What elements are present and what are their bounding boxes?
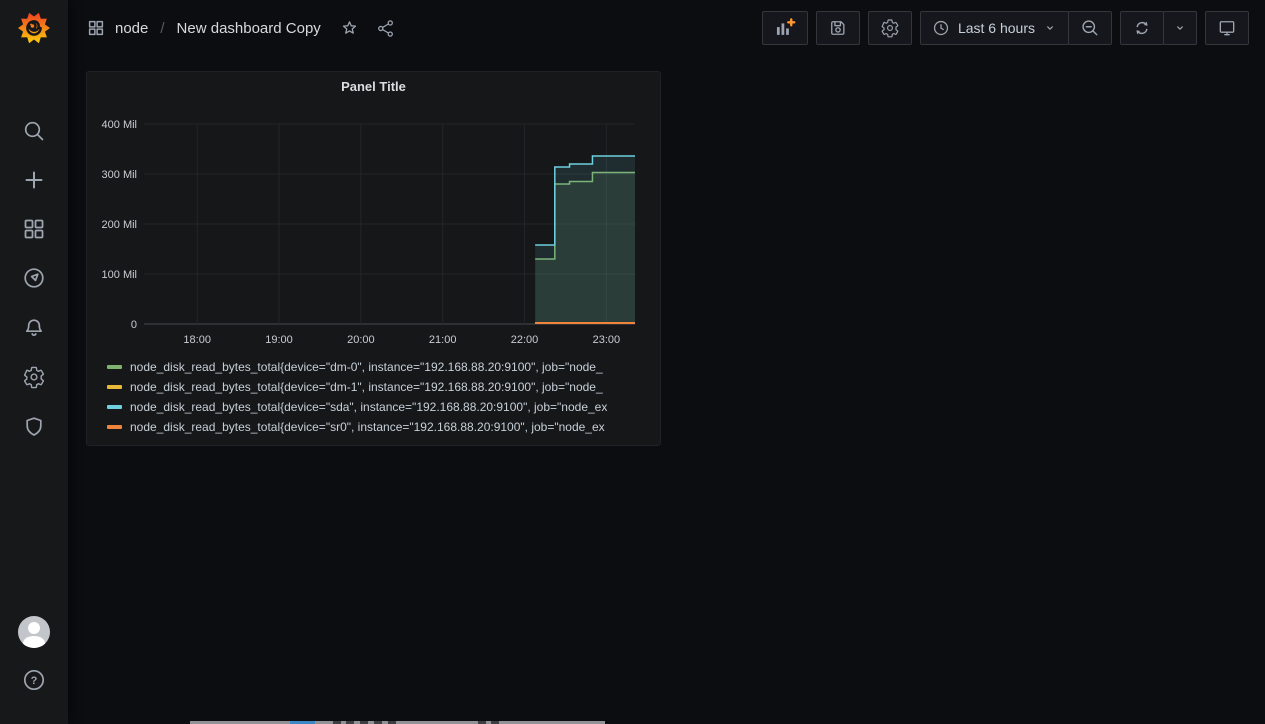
legend-label[interactable]: node_disk_read_bytes_total{device="sda",… — [130, 400, 607, 414]
x-tick-label: 20:00 — [347, 334, 375, 346]
y-tick-label: 300 Mil — [102, 169, 137, 181]
svg-text:?: ? — [31, 675, 38, 687]
dashboard-settings-icon — [880, 18, 900, 38]
user-avatar — [18, 616, 50, 648]
time-range-label: Last 6 hours — [958, 20, 1035, 36]
legend-label[interactable]: node_disk_read_bytes_total{device="dm-0"… — [130, 360, 603, 374]
panel-title: Panel Title — [341, 79, 406, 94]
x-tick-label: 23:00 — [593, 334, 621, 346]
series-color-swatch — [107, 365, 122, 369]
y-tick-label: 100 Mil — [102, 269, 137, 281]
refresh-button[interactable] — [1120, 11, 1164, 45]
breadcrumb-separator: / — [158, 20, 166, 37]
add-panel-button[interactable] — [762, 11, 808, 45]
time-controls: Last 6 hours — [920, 11, 1112, 45]
dashboards-grid-icon — [22, 217, 46, 241]
legend-label[interactable]: node_disk_read_bytes_total{device="dm-1"… — [130, 380, 603, 394]
series-color-swatch — [107, 425, 122, 429]
clock-icon — [932, 19, 950, 37]
sidebar-item-explore[interactable] — [0, 256, 68, 300]
timeseries-chart[interactable]: 0 100 Mil 200 Mil 300 Mil 400 Mil 18:00 19:00 2… — [87, 100, 660, 350]
y-tick-label: 0 — [131, 319, 137, 331]
legend-item[interactable]: node_disk_read_bytes_total{device="sda",… — [107, 397, 652, 417]
breadcrumb: node / New dashboard Copy — [87, 19, 321, 37]
star-dashboard-button[interactable] — [335, 13, 365, 43]
refresh-interval-dropdown[interactable] — [1163, 11, 1197, 45]
legend-item[interactable]: node_disk_read_bytes_total{device="dm-0"… — [107, 357, 652, 377]
series-color-swatch — [107, 385, 122, 389]
configuration-gear-icon — [22, 365, 46, 389]
grafana-app: ? node / New dashboard Copy — [0, 0, 1265, 724]
sidebar-item-profile[interactable] — [0, 610, 68, 654]
server-admin-shield-icon — [22, 415, 46, 439]
grafana-logo-icon — [17, 11, 51, 45]
breadcrumb-folder[interactable]: node — [115, 20, 148, 37]
x-tick-label: 18:00 — [183, 334, 211, 346]
cycle-view-mode-button[interactable] — [1205, 11, 1249, 45]
graph-panel: Panel Title 0 100 Mil 200 Mil 300 Mil 400 Mi… — [86, 71, 661, 446]
share-alt-icon — [376, 19, 395, 38]
breadcrumb-dashboard-title[interactable]: New dashboard Copy — [177, 20, 321, 37]
explore-compass-icon — [22, 266, 46, 290]
y-tick-label: 400 Mil — [102, 119, 137, 131]
dashboard-settings-button[interactable] — [868, 11, 912, 45]
panel-header[interactable]: Panel Title — [87, 72, 660, 100]
series-fill — [535, 156, 635, 324]
legend-item[interactable]: node_disk_read_bytes_total{device="sr0",… — [107, 417, 652, 437]
share-dashboard-button[interactable] — [371, 13, 401, 43]
zoom-out-icon — [1080, 18, 1100, 38]
add-panel-icon — [774, 17, 796, 39]
apps-grid-icon — [87, 19, 105, 37]
navbar-toolbar: Last 6 hours — [762, 11, 1249, 45]
zoom-out-time-button[interactable] — [1068, 11, 1112, 45]
save-dashboard-icon — [828, 18, 848, 38]
alerting-bell-icon — [22, 316, 46, 340]
main-content: node / New dashboard Copy — [68, 0, 1265, 724]
sidebar-item-configuration[interactable] — [0, 355, 68, 399]
x-tick-label: 22:00 — [511, 334, 539, 346]
refresh-icon — [1132, 18, 1152, 38]
grafana-logo-button[interactable] — [0, 8, 68, 48]
sidebar-item-dashboards[interactable] — [0, 207, 68, 251]
sidebar-item-help[interactable]: ? — [0, 658, 68, 702]
save-dashboard-button[interactable] — [816, 11, 860, 45]
dashboard-navbar: node / New dashboard Copy — [68, 0, 1265, 56]
cycle-view-icon — [1217, 18, 1237, 38]
legend: node_disk_read_bytes_total{device="dm-0"… — [87, 350, 660, 437]
series-color-swatch — [107, 405, 122, 409]
star-icon — [340, 19, 359, 38]
x-tick-label: 21:00 — [429, 334, 457, 346]
search-icon — [22, 119, 46, 143]
plus-icon — [22, 168, 46, 192]
chevron-down-icon — [1043, 21, 1057, 35]
legend-item[interactable]: node_disk_read_bytes_total{device="dm-1"… — [107, 377, 652, 397]
timeseries-plot[interactable]: 0 100 Mil 200 Mil 300 Mil 400 Mil 18:00 19:00 2… — [87, 100, 660, 350]
side-menu: ? — [0, 0, 68, 724]
help-question-icon: ? — [22, 668, 46, 692]
refresh-controls — [1120, 11, 1197, 45]
legend-label[interactable]: node_disk_read_bytes_total{device="sr0",… — [130, 420, 605, 434]
sidebar-item-create[interactable] — [0, 158, 68, 202]
y-tick-label: 200 Mil — [102, 219, 137, 231]
x-tick-label: 19:00 — [265, 334, 293, 346]
sidebar-item-server-admin[interactable] — [0, 405, 68, 449]
chevron-down-icon — [1173, 21, 1187, 35]
time-range-picker[interactable]: Last 6 hours — [920, 11, 1069, 45]
sidebar-item-search[interactable] — [0, 109, 68, 153]
sidebar-item-alerting[interactable] — [0, 306, 68, 350]
